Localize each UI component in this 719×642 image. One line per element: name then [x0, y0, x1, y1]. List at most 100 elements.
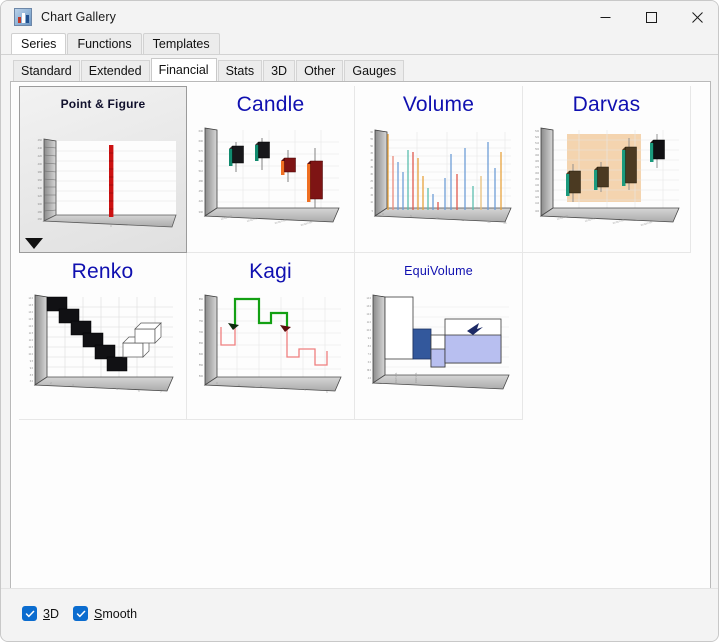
- tab-3d[interactable]: 3D: [263, 60, 296, 81]
- gallery-item-candle[interactable]: Candle 630 600 570 540 510 480 450 420 3…: [187, 86, 355, 253]
- svg-text:35: 35: [370, 166, 373, 169]
- primary-tab-bar: Series Functions Templates: [1, 33, 718, 55]
- svg-text:13.0: 13.0: [367, 306, 372, 308]
- svg-text:11.0: 11.0: [367, 322, 372, 324]
- svg-text:440: 440: [535, 185, 540, 187]
- svg-text:11.0: 11.0: [29, 340, 34, 342]
- svg-text:55: 55: [370, 138, 373, 141]
- svg-text:9/28/1401: 9/28/1401: [415, 372, 418, 383]
- svg-text:440: 440: [38, 146, 43, 150]
- gallery-item-equivolume[interactable]: EquiVolume 14.0 13.0 12.0 11.0 10.0 9.0 …: [355, 253, 523, 420]
- svg-text:550: 550: [199, 364, 204, 367]
- tab-functions[interactable]: Functions: [67, 33, 142, 55]
- tab-stats[interactable]: Stats: [217, 60, 263, 81]
- gallery-item-label: EquiVolume: [404, 264, 473, 278]
- svg-text:40: 40: [370, 159, 373, 162]
- svg-text:500: 500: [535, 149, 540, 151]
- svg-text:600: 600: [199, 139, 204, 143]
- window-title: Chart Gallery: [41, 10, 116, 24]
- chart-gallery-icon: [14, 8, 32, 26]
- title-bar: Chart Gallery: [1, 1, 718, 33]
- svg-text:8.0: 8.0: [368, 346, 372, 348]
- gallery-item-point-and-figure[interactable]: Point & Figure 460 440 420 400 380 360 3…: [19, 86, 187, 253]
- svg-text:20: 20: [370, 187, 373, 190]
- secondary-tab-bar: Standard Extended Financial Stats 3D Oth…: [1, 55, 718, 81]
- checkbox-smooth-label: Smooth: [94, 606, 138, 621]
- svg-text:10: 10: [370, 201, 373, 204]
- renko-thumbnail: 14.0 13.5 13.0 12.5 12.0 11.5 11.0 10.5 10.0 9…: [19, 283, 186, 415]
- volume-thumbnail: 60 55 50 45 40 35 30 25 20 15 10 5 0 5 1…: [355, 116, 522, 248]
- svg-text:850: 850: [199, 298, 204, 301]
- svg-text:12.0: 12.0: [367, 314, 372, 316]
- svg-text:400: 400: [535, 211, 540, 213]
- svg-text:9.5: 9.5: [30, 361, 34, 363]
- svg-text:450: 450: [199, 189, 204, 193]
- close-icon[interactable]: [674, 1, 718, 33]
- svg-text:10.0: 10.0: [29, 354, 34, 356]
- bottom-bar: 3D Smooth Opera OK Cancel: [1, 588, 718, 641]
- svg-text:9.0: 9.0: [30, 368, 34, 370]
- svg-text:10.5: 10.5: [29, 347, 34, 349]
- gallery-item-label: Candle: [236, 93, 305, 116]
- svg-text:9.0: 9.0: [368, 338, 372, 340]
- checkbox-3d-box[interactable]: [22, 606, 37, 621]
- tab-series[interactable]: Series: [11, 33, 67, 55]
- svg-text:8.0: 8.0: [30, 381, 34, 383]
- candle-thumbnail: 630 600 570 540 510 480 450 420 390 12/3…: [187, 116, 354, 248]
- gallery-item-label: Point & Figure: [60, 97, 146, 111]
- svg-text:260: 260: [38, 217, 43, 221]
- gallery-item-kagi[interactable]: Kagi 850 800 750 700 650 600 550 500 0 1…: [187, 253, 355, 420]
- kagi-thumbnail: 850 800 750 700 650 600 550 500 0 1 2 4 …: [187, 283, 354, 415]
- tab-other[interactable]: Other: [296, 60, 344, 81]
- svg-text:460: 460: [38, 138, 43, 142]
- point-and-figure-thumbnail: 460 440 420 400 380 360 340 320 300 280 260: [20, 117, 186, 249]
- svg-text:25: 25: [504, 221, 507, 225]
- svg-text:360: 360: [38, 178, 43, 182]
- scroll-down-arrow-icon[interactable]: [25, 238, 43, 249]
- svg-text:12.0: 12.0: [29, 326, 34, 328]
- svg-text:8.5: 8.5: [30, 375, 34, 377]
- checkbox-smooth-box[interactable]: [73, 606, 88, 621]
- svg-text:420: 420: [535, 197, 540, 199]
- svg-text:400: 400: [38, 162, 43, 166]
- gallery-item-darvas[interactable]: Darvas 530 520 510 500 490 480 470 460 4…: [523, 86, 691, 253]
- svg-text:460: 460: [535, 173, 540, 175]
- svg-text:45: 45: [370, 152, 373, 155]
- tab-standard[interactable]: Standard: [13, 60, 80, 81]
- svg-text:340: 340: [38, 186, 43, 190]
- svg-text:320: 320: [38, 194, 43, 198]
- svg-text:5: 5: [372, 210, 374, 213]
- svg-text:7.0: 7.0: [368, 354, 372, 356]
- tab-financial[interactable]: Financial: [150, 58, 217, 81]
- svg-text:01/02/1402: 01/02/1402: [640, 221, 653, 227]
- svg-text:570: 570: [199, 149, 204, 153]
- svg-text:4.0: 4.0: [368, 378, 372, 380]
- svg-text:510: 510: [199, 169, 204, 173]
- tab-gauges[interactable]: Gauges: [344, 60, 405, 81]
- svg-text:60: 60: [370, 131, 373, 134]
- svg-text:510: 510: [535, 143, 540, 145]
- svg-text:14.0: 14.0: [367, 298, 372, 300]
- tab-templates[interactable]: Templates: [142, 33, 220, 55]
- tab-extended[interactable]: Extended: [80, 60, 150, 81]
- svg-text:11.5: 11.5: [29, 333, 34, 335]
- svg-text:50: 50: [370, 145, 373, 148]
- svg-text:700: 700: [199, 331, 204, 334]
- svg-text:420: 420: [199, 199, 204, 203]
- minimize-icon[interactable]: [582, 1, 628, 33]
- svg-text:530: 530: [535, 131, 540, 133]
- gallery-item-label: Renko: [71, 260, 134, 283]
- svg-text:420: 420: [38, 154, 43, 158]
- checkbox-3d-label: 3D: [43, 606, 59, 621]
- svg-text:500: 500: [199, 375, 204, 378]
- chart-gallery-window: Chart Gallery Series Functions Templates…: [0, 0, 719, 642]
- checkbox-3d[interactable]: 3D: [22, 606, 59, 621]
- gallery-item-label: Kagi: [249, 260, 292, 283]
- svg-text:600: 600: [199, 353, 204, 356]
- svg-text:12.5: 12.5: [29, 319, 34, 321]
- maximize-icon[interactable]: [628, 1, 674, 33]
- gallery-item-renko[interactable]: Renko 14.0 13.5 13.0 12.5 12.0 11.5 11.0…: [19, 253, 187, 420]
- checkbox-smooth[interactable]: Smooth: [73, 606, 137, 621]
- svg-text:25: 25: [370, 180, 373, 183]
- gallery-item-volume[interactable]: Volume 60 55 50 45 40 35 30 25 20 15 10 …: [355, 86, 523, 253]
